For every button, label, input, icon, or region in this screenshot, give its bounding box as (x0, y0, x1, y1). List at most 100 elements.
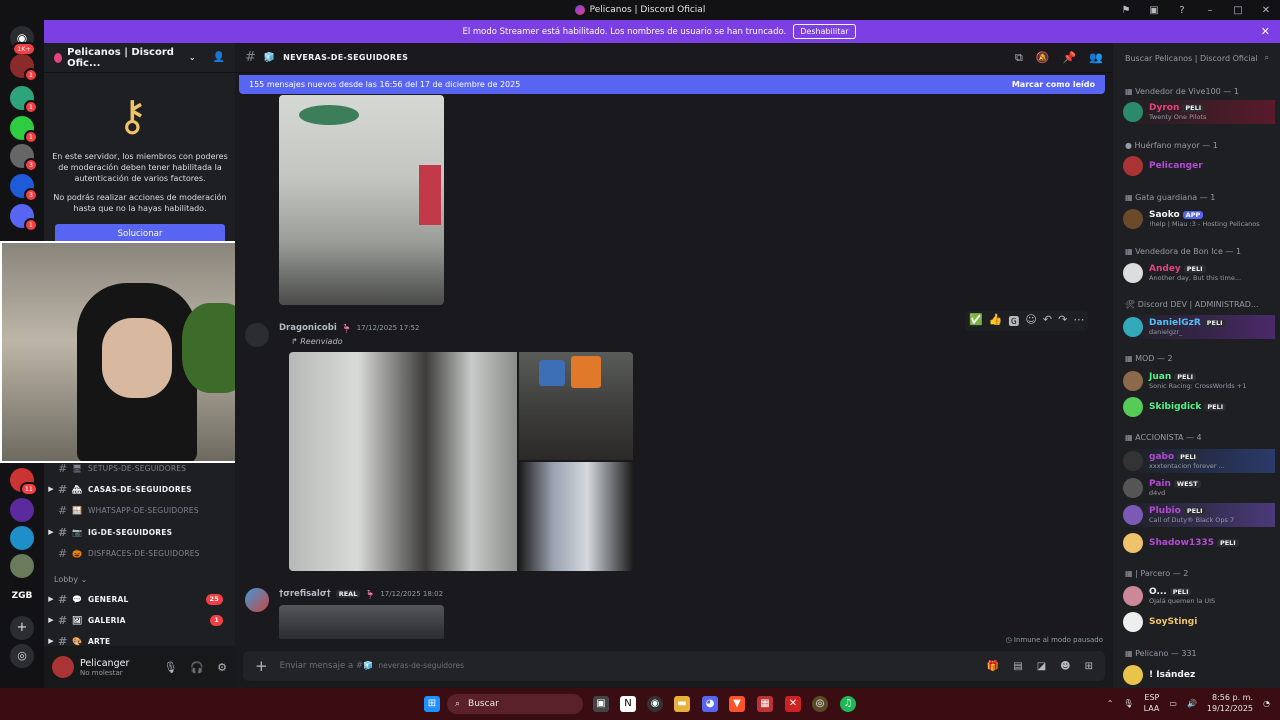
sticker-icon[interactable]: ◪ (1037, 661, 1046, 672)
microphone-icon[interactable]: 🎙 (163, 661, 177, 674)
server-icon[interactable] (10, 526, 34, 550)
notion-icon[interactable]: N (620, 696, 636, 712)
member-item[interactable]: Plubio PELI Call of Duty® Black Ops 7 (1123, 503, 1275, 527)
avatar[interactable] (52, 656, 74, 678)
forward-icon[interactable]: ↷ (1058, 313, 1067, 329)
x-app-icon[interactable]: ✕ (785, 696, 801, 712)
server-header[interactable]: Pelicanos | Discord Ofic... ⌄ 👤 (44, 43, 235, 73)
member-item[interactable]: Pain WEST d4vd (1123, 476, 1275, 500)
avatar[interactable] (245, 323, 269, 347)
windows-start-icon[interactable]: ⊞ (424, 696, 440, 712)
discover-icon[interactable]: ◎ (10, 644, 34, 668)
inbox-icon[interactable]: ⚑ (1112, 5, 1140, 16)
reply-icon[interactable]: ↶ (1043, 313, 1052, 329)
member-item[interactable]: Pelicanger (1123, 154, 1275, 178)
add-reaction-icon[interactable]: ☺ (1025, 313, 1036, 329)
server-icon[interactable]: 3 (10, 174, 38, 202)
new-messages-bar[interactable]: 155 mensajes nuevos desde las 16:56 del … (239, 75, 1105, 94)
channel-item[interactable]: ▶ # 🏘 casas-de-seguidores (44, 480, 235, 498)
member-item[interactable]: Skibigdick PELI (1123, 395, 1275, 419)
emoji-icon[interactable]: ☻ (1060, 661, 1070, 672)
member-item[interactable]: SoyStingi (1123, 610, 1275, 634)
member-search[interactable]: Buscar Pelicanos | Discord Oficial ⌕ (1121, 50, 1273, 66)
server-icon[interactable]: 1 (10, 116, 38, 144)
close-banner-icon[interactable]: ✕ (1261, 25, 1270, 38)
gallery-image[interactable] (519, 352, 633, 460)
search-icon[interactable]: ⌕ (1265, 53, 1269, 63)
gift-icon[interactable]: 🎁 (987, 661, 999, 672)
pin-icon[interactable]: 📌 (1063, 51, 1077, 65)
discord-taskbar-icon[interactable]: ◕ (702, 696, 718, 712)
channel-item[interactable]: ▶ # 💬 general 25 (44, 590, 235, 608)
chevron-up-icon[interactable]: ⌃ (1107, 699, 1114, 708)
close-window-button[interactable]: ✕ (1252, 5, 1280, 16)
app-icon[interactable]: ▦ (757, 696, 773, 712)
microphone-icon[interactable]: 🎙 (1123, 699, 1133, 708)
member-item[interactable]: DanielGzR PELI danielgzr_ (1123, 315, 1275, 339)
g-reaction-icon[interactable]: 🅶 (1008, 313, 1019, 329)
taskbar-search[interactable]: ⌕ Buscar (447, 694, 583, 714)
member-item[interactable]: Andey PELI Another day, But this time... (1123, 261, 1275, 285)
attach-plus-icon[interactable]: + (255, 657, 268, 675)
file-explorer-icon[interactable]: ▬ (674, 696, 690, 712)
member-item[interactable]: O... PELI Ojalá quemen la UIS (1123, 584, 1275, 608)
folder-zgb[interactable]: ZGB (10, 584, 34, 608)
app-icon[interactable]: ◎ (812, 696, 828, 712)
stream-icon[interactable]: ▣ (1140, 5, 1168, 16)
volume-icon[interactable]: 🔊 (1187, 699, 1197, 708)
members-icon[interactable]: 👥 (1089, 51, 1103, 65)
composer-placeholder[interactable]: Enviar mensaje a #🧊 neveras-de-seguidore… (280, 661, 465, 671)
member-item[interactable]: Juan PELI Sonic Racing: CrossWorlds +1 (1123, 369, 1275, 393)
obs-icon[interactable]: ◉ (647, 696, 663, 712)
member-item[interactable]: Saoko APP !help | Miau :3 - Hosting Pelica… (1123, 207, 1275, 231)
server-icon[interactable]: 3 (10, 144, 38, 172)
member-item[interactable]: gabo PELI xxxtentacion forever ... (1123, 449, 1275, 473)
member-item[interactable]: Dyron PELI Twenty One Pilots (1123, 100, 1275, 124)
disable-streamer-button[interactable]: Deshabilitar (793, 24, 856, 39)
discord-home-icon[interactable]: ◉ 1K+ (10, 26, 36, 56)
minimize-button[interactable]: – (1196, 5, 1224, 16)
channel-item[interactable]: # 🎃 disfraces-de-seguidores (44, 544, 235, 562)
server-icon[interactable]: 1 (10, 54, 38, 82)
mute-icon[interactable]: 🔕 (1036, 51, 1050, 65)
thumbs-up-reaction-icon[interactable]: 👍 (989, 313, 1003, 329)
chevron-down-icon[interactable]: ⌄ (189, 53, 196, 62)
maximize-button[interactable]: □ (1224, 5, 1252, 16)
gif-icon[interactable]: ▤ (1013, 661, 1022, 672)
more-icon[interactable]: ⋯ (1073, 313, 1084, 329)
fridge-image[interactable] (279, 95, 444, 305)
server-icon[interactable] (10, 498, 34, 522)
monitor-icon[interactable]: ▭ (1169, 699, 1177, 708)
message-composer[interactable]: + Enviar mensaje a #🧊 neveras-de-seguido… (243, 651, 1105, 681)
image-attachment[interactable] (279, 605, 444, 639)
mark-read-button[interactable]: Marcar como leído (1012, 80, 1095, 89)
avatar[interactable] (245, 588, 269, 612)
channel-item[interactable]: # 🪟 whatsapp-de-seguidores (44, 501, 235, 519)
apps-icon[interactable]: ⊞ (1085, 661, 1093, 672)
language-indicator[interactable]: ESP LAA (1144, 692, 1160, 714)
member-item[interactable]: Shadow1335 PELI (1123, 531, 1275, 555)
image-gallery[interactable] (289, 352, 633, 571)
add-member-icon[interactable]: 👤 (213, 52, 225, 63)
gallery-image[interactable] (289, 352, 517, 571)
category-lobby[interactable]: Lobby ⌄ (54, 575, 87, 584)
server-icon[interactable]: 1 (10, 204, 38, 232)
add-server-icon[interactable]: + (10, 616, 34, 640)
server-icon[interactable]: 11 (10, 468, 38, 496)
notifications-icon[interactable]: ◔ (1263, 699, 1270, 708)
headphones-icon[interactable]: 🎧 (190, 661, 204, 674)
clock[interactable]: 8:56 p. m. 19/12/2025 (1207, 692, 1253, 714)
server-icon[interactable]: 1 (10, 86, 38, 114)
gallery-image[interactable] (519, 462, 633, 571)
threads-icon[interactable]: ⧉ (1015, 51, 1023, 65)
gear-icon[interactable]: ⚙ (217, 661, 227, 674)
channel-item[interactable]: ▶ # 🖼 galeria 1 (44, 611, 235, 629)
channel-item[interactable]: ▶ # 📷 ig-de-seguidores (44, 523, 235, 541)
server-icon[interactable] (10, 554, 34, 578)
member-item[interactable]: ! Isández (1123, 663, 1275, 687)
brave-icon[interactable]: ▼ (729, 696, 745, 712)
check-reaction-icon[interactable]: ✅ (969, 313, 983, 329)
help-icon[interactable]: ? (1168, 5, 1196, 16)
message-author[interactable]: Dragonicobi (279, 323, 337, 333)
message-author[interactable]: †σrefisalσ† (279, 589, 331, 599)
